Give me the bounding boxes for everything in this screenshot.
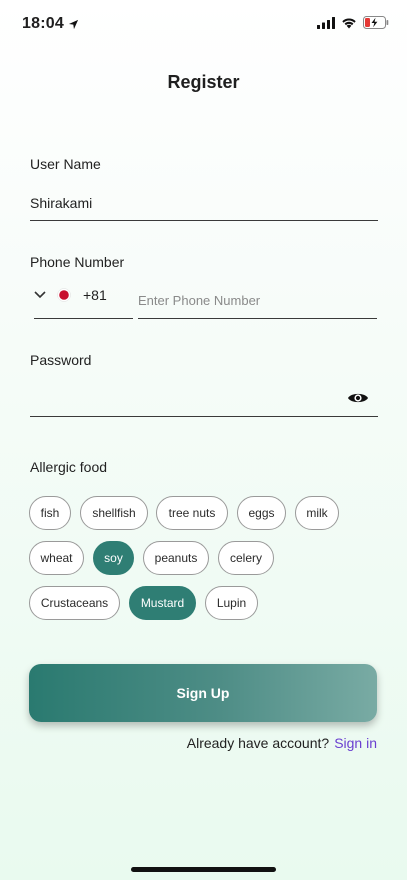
phone-number-placeholder: Enter Phone Number	[138, 293, 261, 308]
status-time: 18:04	[22, 15, 79, 33]
country-code-value: +81	[83, 287, 107, 303]
signin-link[interactable]: Sign in	[334, 735, 377, 751]
allergy-chip-shellfish[interactable]: shellfish	[80, 496, 148, 530]
password-label: Password	[30, 352, 92, 368]
status-bar: 18:04	[0, 0, 407, 48]
allergy-label: Allergic food	[30, 459, 108, 475]
allergy-chip-milk[interactable]: milk	[295, 496, 339, 530]
username-value: Shirakami	[30, 195, 93, 211]
already-have-account-text: Already have account?	[186, 735, 330, 751]
country-code-selector[interactable]: +81	[34, 282, 133, 318]
allergy-chip-crustaceans[interactable]: Crustaceans	[29, 586, 120, 620]
location-arrow-icon	[68, 19, 79, 29]
phone-label: Phone Number	[30, 254, 125, 270]
phone-number-underline	[138, 318, 377, 319]
allergy-chip-fish[interactable]: fish	[29, 496, 71, 530]
status-time-text: 18:04	[22, 15, 64, 32]
phone-number-input[interactable]: Enter Phone Number	[138, 286, 377, 318]
username-underline	[30, 220, 378, 221]
allergy-chip-peanuts[interactable]: peanuts	[143, 541, 209, 575]
home-indicator	[131, 867, 276, 872]
username-field[interactable]: Shirakami	[30, 188, 378, 220]
username-label: User Name	[30, 156, 101, 172]
password-field[interactable]	[30, 382, 340, 416]
cellular-signal-icon	[317, 16, 335, 29]
country-code-underline	[34, 318, 133, 319]
signin-prompt: Already have account? Sign in	[187, 735, 377, 751]
allergy-chip-lupin[interactable]: Lupin	[205, 586, 258, 620]
status-indicators	[317, 16, 389, 29]
allergy-chip-eggs[interactable]: eggs	[237, 496, 286, 530]
allergy-chip-celery[interactable]: celery	[218, 541, 274, 575]
signup-button[interactable]: Sign Up	[29, 664, 377, 722]
allergy-chip-wheat[interactable]: wheat	[29, 541, 84, 575]
chevron-down-icon	[34, 291, 46, 299]
allergy-chip-tree-nuts[interactable]: tree nuts	[156, 496, 228, 530]
allergy-chip-soy[interactable]: soy	[93, 541, 134, 575]
show-password-eye-icon[interactable]	[347, 391, 369, 405]
wifi-icon	[342, 17, 356, 28]
signup-button-label: Sign Up	[176, 685, 230, 701]
allergy-chip-mustard[interactable]: Mustard	[129, 586, 196, 620]
japan-flag-icon	[57, 288, 71, 302]
password-underline	[30, 416, 378, 417]
battery-charging-icon	[363, 16, 389, 29]
page-title: Register	[167, 72, 240, 92]
